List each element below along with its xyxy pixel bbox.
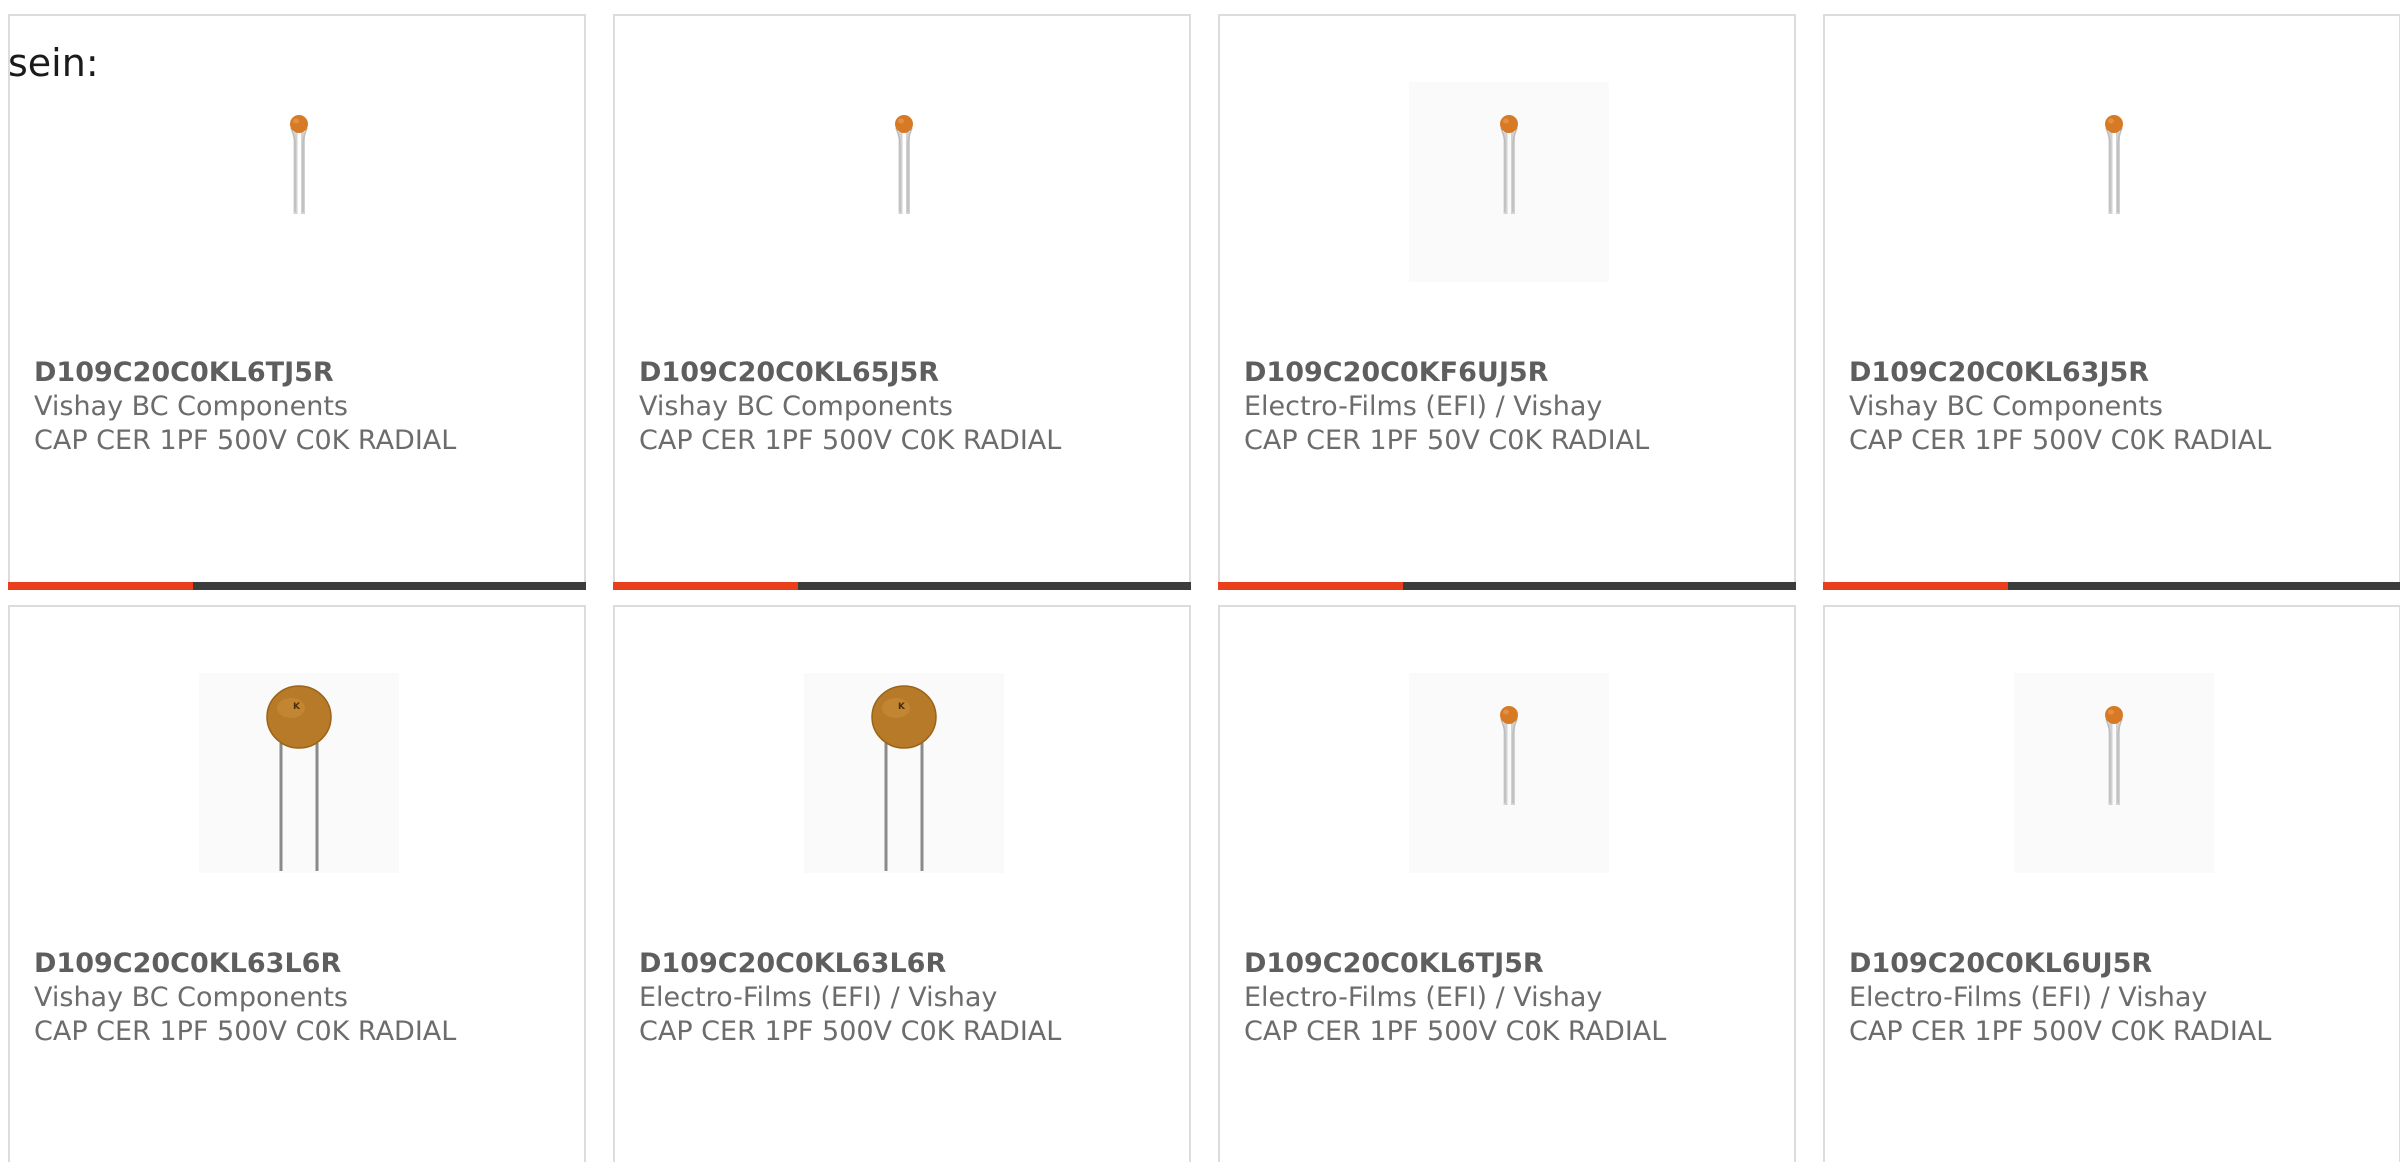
part-number[interactable]: D109C20C0KF6UJ5R: [1244, 356, 1649, 390]
description: CAP CER 1PF 500V C0K RADIAL: [34, 425, 457, 456]
product-card[interactable]: K D109C20C0KL63L6R Vishay BC Components CA…: [8, 605, 586, 1162]
description: CAP CER 1PF 500V C0K RADIAL: [1849, 425, 2272, 456]
product-info: D109C20C0KF6UJ5R Electro-Films (EFI) / Vi…: [1244, 356, 1649, 458]
manufacturer: Electro-Films (EFI) / Vishay: [639, 982, 998, 1013]
product-info: D109C20C0KL63L6R Vishay BC Components CAP …: [34, 947, 456, 1049]
large-capacitor-icon[interactable]: K: [199, 673, 399, 873]
part-number[interactable]: D109C20C0KL63L6R: [34, 947, 456, 981]
product-card[interactable]: D109C20C0KL63J5R Vishay BC Components CAP …: [1823, 14, 2400, 590]
product-info: D109C20C0KL63J5R Vishay BC Components CAP …: [1849, 356, 2271, 458]
product-info: D109C20C0KL6TJ5R Electro-Films (EFI) / Vi…: [1244, 947, 1666, 1049]
part-number[interactable]: D109C20C0KL65J5R: [639, 356, 1061, 390]
product-info: D109C20C0KL6TJ5R Vishay BC Components CAP …: [34, 356, 456, 458]
small-capacitor-icon[interactable]: [804, 82, 1004, 282]
product-card[interactable]: D109C20C0KL6TJ5R Electro-Films (EFI) / Vi…: [1218, 605, 1796, 1162]
product-info: D109C20C0KL65J5R Vishay BC Components CAP …: [639, 356, 1061, 458]
small-capacitor-icon[interactable]: [2014, 673, 2214, 873]
description: CAP CER 1PF 50V C0K RADIAL: [1244, 425, 1650, 456]
manufacturer: Vishay BC Components: [34, 982, 348, 1013]
progress-bar: [613, 582, 1191, 590]
svg-text:K: K: [293, 702, 301, 712]
svg-text:K: K: [898, 702, 906, 712]
part-number[interactable]: D109C20C0KL6TJ5R: [34, 356, 456, 390]
description: CAP CER 1PF 500V C0K RADIAL: [639, 425, 1062, 456]
description: CAP CER 1PF 500V C0K RADIAL: [1244, 1016, 1667, 1047]
product-grid: D109C20C0KL6TJ5R Vishay BC Components CAP …: [8, 14, 2400, 1162]
progress-fill: [1823, 582, 2008, 590]
small-capacitor-icon[interactable]: [199, 82, 399, 282]
small-capacitor-icon[interactable]: [1409, 673, 1609, 873]
product-card[interactable]: D109C20C0KL6TJ5R Vishay BC Components CAP …: [8, 14, 586, 590]
progress-fill: [1218, 582, 1403, 590]
progress-bar: [1218, 582, 1796, 590]
manufacturer: Electro-Films (EFI) / Vishay: [1244, 982, 1603, 1013]
manufacturer: Electro-Films (EFI) / Vishay: [1849, 982, 2208, 1013]
intro-text: sein:: [8, 41, 99, 85]
description: CAP CER 1PF 500V C0K RADIAL: [639, 1016, 1062, 1047]
product-card[interactable]: D109C20C0KL6UJ5R Electro-Films (EFI) / Vi…: [1823, 605, 2400, 1162]
manufacturer: Vishay BC Components: [1849, 391, 2163, 422]
small-capacitor-icon[interactable]: [1409, 82, 1609, 282]
progress-fill: [8, 582, 193, 590]
part-number[interactable]: D109C20C0KL6UJ5R: [1849, 947, 2271, 981]
manufacturer: Vishay BC Components: [639, 391, 953, 422]
product-card[interactable]: D109C20C0KL65J5R Vishay BC Components CAP …: [613, 14, 1191, 590]
small-capacitor-icon[interactable]: [2014, 82, 2214, 282]
manufacturer: Vishay BC Components: [34, 391, 348, 422]
progress-fill: [613, 582, 798, 590]
product-card[interactable]: K D109C20C0KL63L6R Electro-Films (EFI) / …: [613, 605, 1191, 1162]
manufacturer: Electro-Films (EFI) / Vishay: [1244, 391, 1603, 422]
product-info: D109C20C0KL6UJ5R Electro-Films (EFI) / Vi…: [1849, 947, 2271, 1049]
part-number[interactable]: D109C20C0KL63J5R: [1849, 356, 2271, 390]
page: sein: D109C20C0KL6TJ5R Vishay BC Componen…: [0, 0, 2400, 1162]
part-number[interactable]: D109C20C0KL6TJ5R: [1244, 947, 1666, 981]
product-card[interactable]: D109C20C0KF6UJ5R Electro-Films (EFI) / Vi…: [1218, 14, 1796, 590]
part-number[interactable]: D109C20C0KL63L6R: [639, 947, 1061, 981]
progress-bar: [1823, 582, 2400, 590]
product-info: D109C20C0KL63L6R Electro-Films (EFI) / Vi…: [639, 947, 1061, 1049]
progress-bar: [8, 582, 586, 590]
large-capacitor-icon[interactable]: K: [804, 673, 1004, 873]
description: CAP CER 1PF 500V C0K RADIAL: [34, 1016, 457, 1047]
description: CAP CER 1PF 500V C0K RADIAL: [1849, 1016, 2272, 1047]
